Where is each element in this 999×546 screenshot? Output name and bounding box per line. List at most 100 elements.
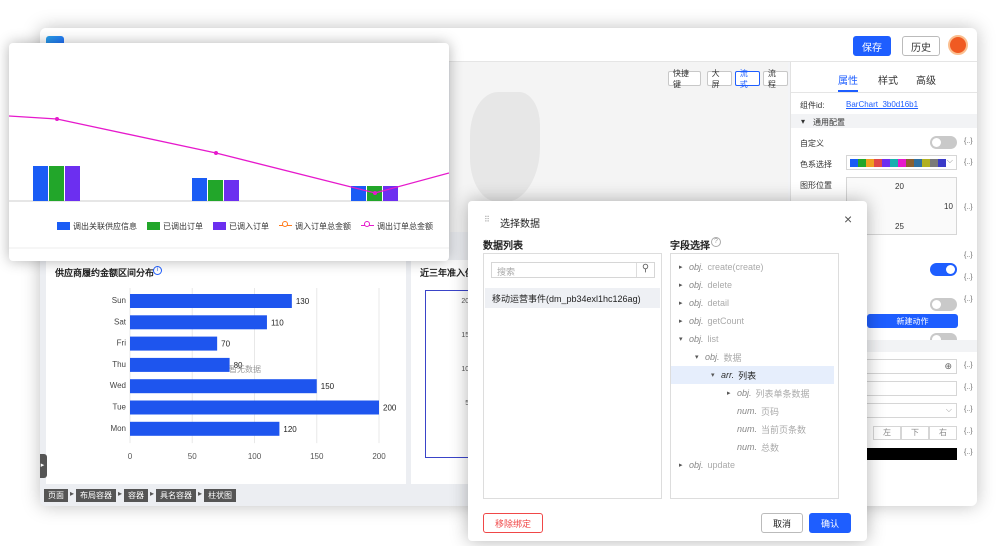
expression-button[interactable]: {..} [964, 428, 973, 435]
component-id-value[interactable]: BarChart_3b0d16b1 [846, 100, 918, 109]
node-type: obj. [689, 316, 704, 326]
shortcut-button[interactable]: 快捷键 [668, 69, 701, 89]
tree-node[interactable]: ▸ obj. update [671, 456, 838, 474]
tree-node[interactable]: ▾ obj. 数据 [671, 348, 838, 366]
dialog-title: 选择数据 [500, 219, 540, 230]
breadcrumb-item[interactable]: 布局容器 [76, 489, 117, 502]
x-tick-label: 0 [128, 452, 133, 461]
save-button[interactable]: 保存 [853, 36, 891, 56]
data-list-item[interactable]: 移动运营事件(dm_pb34exl1hc126ag) [485, 288, 660, 308]
field-select-heading: 字段选择 [670, 241, 710, 252]
legend-item[interactable]: 已调出订单 [147, 219, 203, 233]
field-tree-panel: ▸ obj. create(create) ▸ obj. delete ▸ obj. detai… [670, 253, 839, 499]
flow-button[interactable]: 流式 [734, 69, 760, 89]
legend-item[interactable]: 调入订单总金额 [279, 219, 351, 233]
process-button[interactable]: 流程 [762, 69, 788, 89]
caret-right-icon[interactable]: ▸ [679, 281, 689, 289]
tree-node[interactable]: ▾ obj. list [671, 330, 838, 348]
tab-style[interactable]: 样式 [878, 72, 898, 87]
y-tick-label: Sat [114, 317, 127, 326]
breadcrumb-item[interactable]: 柱状图 [204, 489, 237, 502]
expression-button[interactable]: {..} [964, 384, 973, 391]
node-name: update [707, 460, 736, 470]
color-swatch [882, 159, 890, 167]
legend-item[interactable]: 已调入订单 [213, 219, 269, 233]
avatar[interactable] [948, 35, 968, 55]
expression-button[interactable]: {..} [964, 204, 973, 211]
expression-button[interactable]: {..} [964, 138, 973, 145]
close-icon[interactable]: × [844, 211, 852, 227]
confirm-button[interactable]: 确认 [809, 513, 851, 533]
breadcrumb-item[interactable]: 页面 [44, 489, 68, 502]
caret-down-icon[interactable]: ▾ [711, 371, 721, 379]
bigscreen-button[interactable]: 大屏 [706, 69, 732, 89]
legend-item[interactable]: 调出订单总金额 [361, 219, 433, 233]
tree-node[interactable]: ▸ obj. create(create) [671, 258, 838, 276]
tree-node[interactable]: ▾ arr. 列表 [671, 366, 834, 384]
tree-node[interactable]: ▸ obj. getCount [671, 312, 838, 330]
tree-node[interactable]: ▸ obj. detail [671, 294, 838, 312]
tree-node[interactable]: num. 当前页条数 [671, 420, 838, 438]
position-label: 图形位置 [800, 181, 832, 190]
history-button[interactable]: 历史 [902, 36, 940, 56]
color-scheme-select[interactable]: ⌵ [846, 155, 957, 170]
unbind-button[interactable]: 移除绑定 [483, 513, 543, 533]
expression-button[interactable]: {..} [964, 449, 973, 456]
bar-wed [130, 379, 317, 394]
caret-right-icon[interactable]: ▸ [679, 461, 689, 469]
tab-properties[interactable]: 属性 [838, 72, 858, 92]
new-action-button[interactable]: 新建动作 [867, 314, 958, 328]
position-bottom-value[interactable]: 25 [895, 222, 904, 231]
caret-right-icon[interactable]: ▸ [679, 317, 689, 325]
expression-button[interactable]: {..} [964, 252, 973, 259]
left-panel-handle[interactable]: ▸ [40, 454, 47, 478]
cancel-button[interactable]: 取消 [761, 513, 803, 533]
bar [49, 166, 64, 201]
y-tick-label: Sun [112, 296, 126, 305]
position-top-value[interactable]: 20 [895, 182, 904, 191]
breadcrumb-item[interactable]: 具名容器 [156, 489, 197, 502]
x-tick-label: 150 [310, 452, 324, 461]
bar [208, 180, 223, 201]
custom-toggle[interactable] [930, 136, 957, 149]
expression-button[interactable]: {..} [964, 274, 973, 281]
position-right-value[interactable]: 10 [944, 202, 953, 211]
legend-item[interactable]: 调出关联供应信息 [57, 219, 137, 233]
no-data-watermark: 暂无数据 [229, 364, 261, 374]
bar-chart-card[interactable]: 供应商履约金额区间分布 i 0 50 100 150 200 Sun 130 Sat 110 Fr… [46, 260, 406, 484]
node-name: 页码 [761, 406, 780, 417]
chevron-down-icon: ⌵ [945, 405, 952, 414]
caret-down-icon[interactable]: ▾ [695, 353, 705, 361]
expression-button[interactable]: {..} [964, 362, 973, 369]
expression-button[interactable]: {..} [964, 159, 973, 166]
search-input[interactable]: 搜索 ⚲ [491, 262, 655, 278]
legend-marker [147, 222, 160, 230]
tree-node[interactable]: ▸ obj. delete [671, 276, 838, 294]
tree-node[interactable]: ▸ obj. 列表单条数据 [671, 384, 838, 402]
dir-left-button[interactable]: 左 [873, 426, 901, 440]
node-name: 当前页条数 [761, 424, 807, 435]
caret-right-icon[interactable]: ▸ [727, 389, 737, 397]
caret-right-icon[interactable]: ▸ [679, 263, 689, 271]
toggle-2[interactable] [930, 298, 957, 311]
node-name: 列表 [738, 370, 757, 381]
toggle-1[interactable] [930, 263, 957, 276]
help-icon[interactable]: ? [711, 237, 721, 247]
expression-button[interactable]: {..} [964, 296, 973, 303]
tree-node[interactable]: num. 总数 [671, 438, 838, 456]
expression-button[interactable]: {..} [964, 406, 973, 413]
y-tick-label: Wed [110, 381, 126, 390]
combo-chart-card[interactable]: 调出关联供应信息 已调出订单 已调入订单 调入订单总金额 调出订单总金额 [9, 43, 449, 261]
caret-right-icon[interactable]: ▸ [679, 299, 689, 307]
search-icon[interactable]: ⚲ [636, 263, 654, 277]
caret-down-icon[interactable]: ▾ [679, 335, 689, 343]
color-swatch [874, 159, 882, 167]
dir-down-button[interactable]: 下 [901, 426, 929, 440]
tree-node[interactable]: num. 页码 [671, 402, 838, 420]
drag-handle-icon[interactable]: ⠿ [484, 215, 490, 224]
collapse-arrow-icon: ▾ [801, 117, 806, 126]
breadcrumb-item[interactable]: 容器 [124, 489, 149, 502]
tab-advanced[interactable]: 高级 [916, 72, 936, 87]
dir-right-button[interactable]: 右 [929, 426, 957, 440]
legend-marker [57, 222, 70, 230]
